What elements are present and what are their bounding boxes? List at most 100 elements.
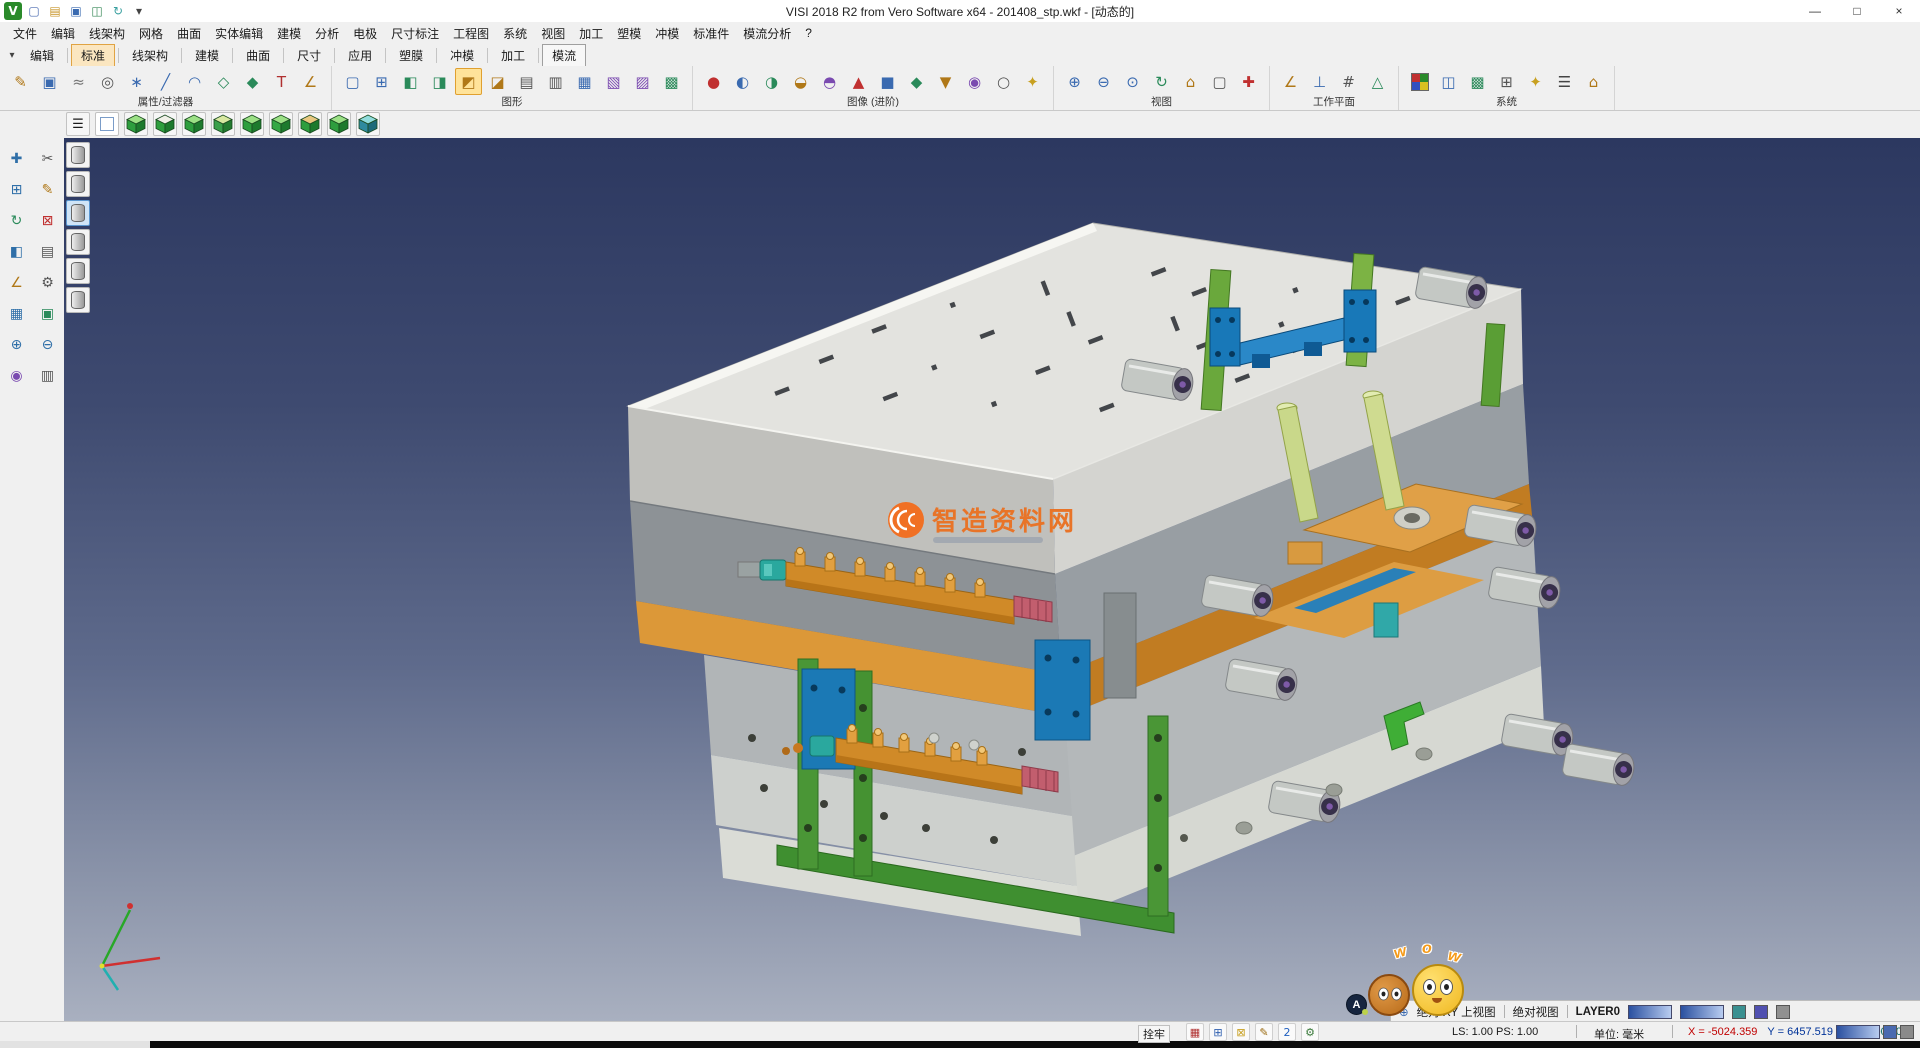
half-shade-alt[interactable]: ◑ (758, 68, 785, 95)
highlight-effects[interactable]: ✦ (1019, 68, 1046, 95)
layer-2-icon[interactable]: 2 (1278, 1023, 1296, 1041)
annotation-icon[interactable]: ✎ (1255, 1023, 1273, 1041)
empty-view-icon[interactable] (95, 112, 119, 136)
match-attributes[interactable]: ≈ (65, 68, 92, 95)
tab-3[interactable]: 建模 (185, 44, 229, 67)
filter-lines[interactable]: ╱ (152, 68, 179, 95)
snap-grid-tool[interactable]: ⊞ (4, 177, 30, 203)
menu-item-7[interactable]: 分析 (308, 23, 346, 44)
filter-text[interactable]: T (268, 68, 295, 95)
pan-view[interactable]: ▢ (1206, 68, 1233, 95)
hatch-cross[interactable]: ▩ (658, 68, 685, 95)
system-grid[interactable]: ⊞ (1493, 68, 1520, 95)
color-swatch-blue[interactable] (1754, 1005, 1768, 1019)
wireframe-view[interactable]: ○ (990, 68, 1017, 95)
layers-tool[interactable]: ▦ (4, 301, 30, 327)
selection-filter-icon[interactable]: ⊠ (1232, 1023, 1250, 1041)
filter-all[interactable]: ◎ (94, 68, 121, 95)
grid-display[interactable]: ▦ (571, 68, 598, 95)
shaded-edges-mode[interactable]: ◪ (484, 68, 511, 95)
menu-item-9[interactable]: 尺寸标注 (384, 23, 446, 44)
layer-color-bar-2[interactable] (1680, 1005, 1724, 1019)
target-render[interactable]: ◉ (961, 68, 988, 95)
viewport-3d[interactable]: 智造资料网 A w o w (64, 138, 1920, 1022)
snap-lock-toggle[interactable]: 拴牢 (1138, 1025, 1170, 1043)
measure-angle-tool[interactable]: ∠ (4, 270, 30, 296)
menu-item-18[interactable]: ? (798, 24, 819, 42)
maximize-button[interactable]: □ (1836, 0, 1878, 22)
close-button[interactable]: × (1878, 0, 1920, 22)
visi-logo-icon[interactable]: V (4, 2, 22, 20)
focus-tool[interactable]: ◉ (4, 363, 30, 389)
system-pattern[interactable]: ▩ (1464, 68, 1491, 95)
copy-attributes[interactable]: ▣ (36, 68, 63, 95)
active-layer-label[interactable]: LAYER0 (1576, 1006, 1620, 1018)
iso-view-cube-2[interactable] (153, 112, 177, 136)
system-list[interactable]: ☰ (1551, 68, 1578, 95)
menu-item-5[interactable]: 实体编辑 (208, 23, 270, 44)
menu-item-12[interactable]: 视图 (534, 23, 572, 44)
iso-view-cube-7[interactable] (298, 112, 322, 136)
workplane-3point[interactable]: △ (1364, 68, 1391, 95)
mold-assembly-model[interactable]: 智造资料网 (64, 138, 1920, 1022)
menu-item-0[interactable]: 文件 (6, 23, 44, 44)
iso-view-cube-9[interactable] (356, 112, 380, 136)
tab-9[interactable]: 加工 (491, 44, 535, 67)
tab-7[interactable]: 塑膜 (389, 44, 433, 67)
iso-view-cube-8[interactable] (327, 112, 351, 136)
zoom-extents[interactable]: ⊙ (1119, 68, 1146, 95)
tab-5[interactable]: 尺寸 (287, 44, 331, 67)
menu-item-10[interactable]: 工程图 (446, 23, 496, 44)
workplane-angle[interactable]: ∠ (1277, 68, 1304, 95)
color-palette[interactable] (1406, 68, 1433, 95)
tab-overflow-caret-icon[interactable]: ▾ (4, 50, 20, 61)
menu-item-4[interactable]: 曲面 (170, 23, 208, 44)
triangle-mesh[interactable]: ▲ (845, 68, 872, 95)
refresh-graphics[interactable]: ▢ (339, 68, 366, 95)
solid-filter-cylinder-4[interactable] (66, 229, 90, 255)
rotate-tool[interactable]: ↻ (4, 208, 30, 234)
delete-tool[interactable]: ⊠ (35, 208, 61, 234)
zoom-in[interactable]: ⊕ (1061, 68, 1088, 95)
trim-tool[interactable]: ✂ (35, 146, 61, 172)
iso-view-cube-6[interactable] (269, 112, 293, 136)
status-swatch-blue[interactable] (1883, 1025, 1897, 1039)
menu-item-2[interactable]: 线架构 (82, 23, 132, 44)
tab-6[interactable]: 应用 (338, 44, 382, 67)
model-tree-icon[interactable]: ☰ (66, 112, 90, 136)
zoom-window[interactable]: ⊞ (368, 68, 395, 95)
filter-arcs[interactable]: ◠ (181, 68, 208, 95)
top-shade[interactable]: ◓ (816, 68, 843, 95)
select-move-tool[interactable]: ✚ (4, 146, 30, 172)
tab-1[interactable]: 标准 (71, 44, 115, 67)
absolute-view-label[interactable]: 绝对视图 (1513, 1004, 1559, 1020)
zoom-in-tool[interactable]: ⊕ (4, 332, 30, 358)
edit-attributes[interactable]: ✎ (7, 68, 34, 95)
filter-solids[interactable]: ◆ (239, 68, 266, 95)
hatch-diagonal-right[interactable]: ▨ (629, 68, 656, 95)
workplane-grid[interactable]: # (1335, 68, 1362, 95)
workplane-normal[interactable]: ⊥ (1306, 68, 1333, 95)
notes-tool[interactable]: ▤ (35, 239, 61, 265)
shade-half-left[interactable]: ◧ (397, 68, 424, 95)
tab-8[interactable]: 冲模 (440, 44, 484, 67)
menu-item-1[interactable]: 编辑 (44, 23, 82, 44)
iso-view-cube-1[interactable] (124, 112, 148, 136)
half-shade[interactable]: ◐ (729, 68, 756, 95)
tab-2[interactable]: 线架构 (122, 44, 178, 67)
solid-fill[interactable]: ■ (874, 68, 901, 95)
hatch-horizontal[interactable]: ▤ (513, 68, 540, 95)
tab-10[interactable]: 模流 (542, 44, 586, 67)
status-swatch-gray[interactable] (1900, 1025, 1914, 1039)
iso-view-cube-5[interactable] (240, 112, 264, 136)
menu-item-3[interactable]: 网格 (132, 23, 170, 44)
bottom-shade[interactable]: ◒ (787, 68, 814, 95)
iso-view-cube-4[interactable] (211, 112, 235, 136)
shade-half-right[interactable]: ◨ (426, 68, 453, 95)
sketch-tool[interactable]: ✎ (35, 177, 61, 203)
menu-item-15[interactable]: 冲模 (648, 23, 686, 44)
qat-dropdown-caret-icon[interactable]: ▾ (130, 2, 148, 20)
snap-settings-icon[interactable]: ▦ (1186, 1023, 1204, 1041)
layer-color-bar-1[interactable] (1628, 1005, 1672, 1019)
shaded-render[interactable]: ● (700, 68, 727, 95)
